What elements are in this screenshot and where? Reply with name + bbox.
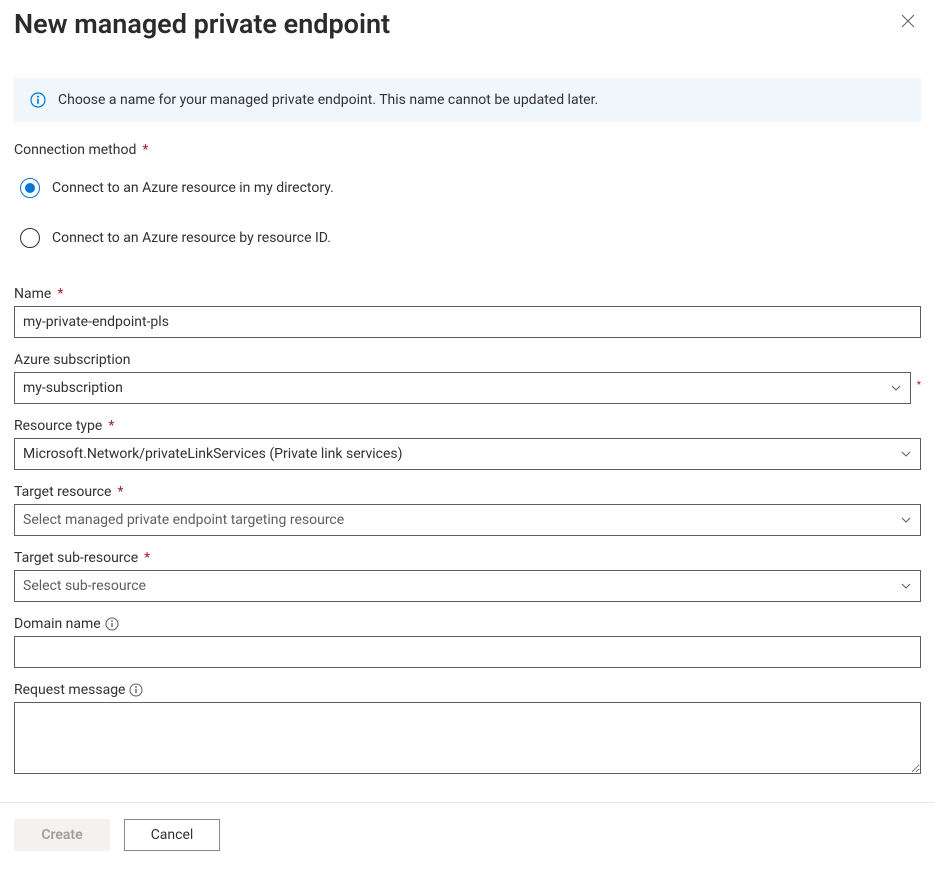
radio-connect-by-id[interactable]: Connect to an Azure resource by resource… <box>14 222 921 254</box>
resource-type-field: Resource type* Microsoft.Network/private… <box>14 418 921 470</box>
target-resource-select[interactable]: Select managed private endpoint targetin… <box>14 504 921 536</box>
panel-footer: Create Cancel <box>0 802 935 869</box>
domain-name-label: Domain name <box>14 616 119 632</box>
required-asterisk: * <box>142 142 148 158</box>
create-button[interactable]: Create <box>14 819 110 851</box>
required-asterisk: * <box>917 381 921 391</box>
chevron-down-icon <box>890 382 902 394</box>
name-label: Name* <box>14 286 63 302</box>
radio-icon <box>20 228 40 248</box>
subscription-field: Azure subscription my-subscription * <box>14 352 921 404</box>
target-sub-resource-select[interactable]: Select sub-resource <box>14 570 921 602</box>
info-text: Choose a name for your managed private e… <box>58 92 598 108</box>
managed-private-endpoint-panel: New managed private endpoint Choose a na… <box>0 0 935 869</box>
cancel-button[interactable]: Cancel <box>124 819 220 851</box>
radio-icon <box>20 178 40 198</box>
required-asterisk: * <box>144 550 150 566</box>
name-input[interactable] <box>14 306 921 338</box>
request-message-label: Request message <box>14 682 143 698</box>
chevron-down-icon <box>900 514 912 526</box>
close-button[interactable] <box>895 8 921 34</box>
info-icon[interactable] <box>105 617 119 631</box>
resource-type-value: Microsoft.Network/privateLinkServices (P… <box>23 446 403 462</box>
radio-label: Connect to an Azure resource in my direc… <box>52 180 334 196</box>
request-message-textarea[interactable] <box>14 702 921 774</box>
chevron-down-icon <box>900 580 912 592</box>
name-field: Name* <box>14 286 921 338</box>
required-asterisk: * <box>57 286 63 302</box>
resource-type-label: Resource type* <box>14 418 114 434</box>
domain-name-field: Domain name <box>14 616 921 668</box>
resource-type-select[interactable]: Microsoft.Network/privateLinkServices (P… <box>14 438 921 470</box>
target-resource-label: Target resource* <box>14 484 124 500</box>
connection-method-radiogroup: Connect to an Azure resource in my direc… <box>14 172 921 254</box>
connection-method-label: Connection method* <box>14 142 148 158</box>
target-sub-resource-placeholder: Select sub-resource <box>23 578 146 594</box>
info-icon <box>30 92 46 108</box>
target-sub-resource-label: Target sub-resource* <box>14 550 150 566</box>
subscription-label: Azure subscription <box>14 352 130 368</box>
request-message-field: Request message <box>14 682 921 778</box>
connection-method-field: Connection method* Connect to an Azure r… <box>14 142 921 254</box>
required-asterisk: * <box>117 484 123 500</box>
panel-content: Choose a name for your managed private e… <box>0 78 935 778</box>
subscription-select[interactable]: my-subscription <box>14 372 911 404</box>
target-sub-resource-field: Target sub-resource* Select sub-resource <box>14 550 921 602</box>
info-icon[interactable] <box>129 683 143 697</box>
target-resource-placeholder: Select managed private endpoint targetin… <box>23 512 344 528</box>
panel-header: New managed private endpoint <box>0 0 935 46</box>
panel-title: New managed private endpoint <box>14 8 390 40</box>
required-asterisk: * <box>108 418 114 434</box>
radio-connect-directory[interactable]: Connect to an Azure resource in my direc… <box>14 172 921 204</box>
chevron-down-icon <box>900 448 912 460</box>
subscription-value: my-subscription <box>23 380 123 396</box>
info-callout: Choose a name for your managed private e… <box>14 78 921 122</box>
radio-label: Connect to an Azure resource by resource… <box>52 230 331 246</box>
close-icon <box>901 14 915 28</box>
target-resource-field: Target resource* Select managed private … <box>14 484 921 536</box>
domain-name-input[interactable] <box>14 636 921 668</box>
